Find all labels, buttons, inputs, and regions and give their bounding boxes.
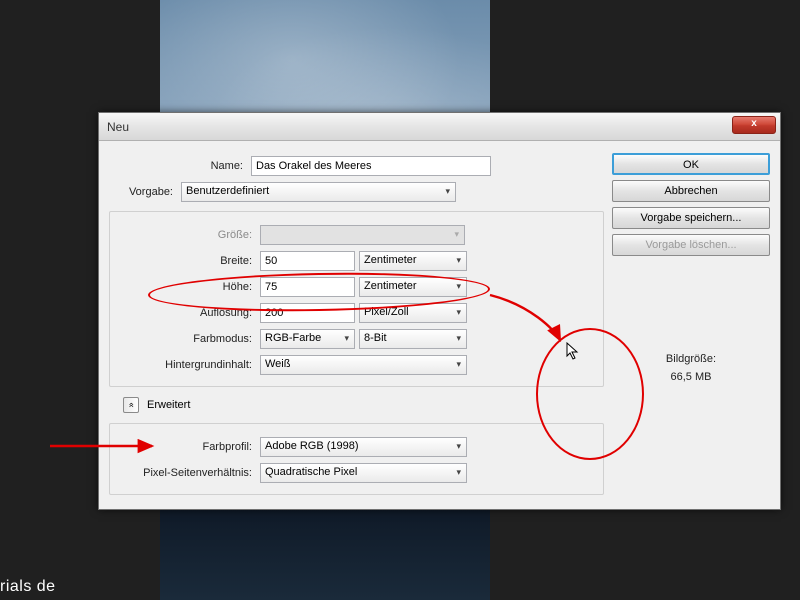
cursor-pointer-icon (566, 342, 584, 362)
annotation-arrow-farbprofil (0, 0, 800, 600)
